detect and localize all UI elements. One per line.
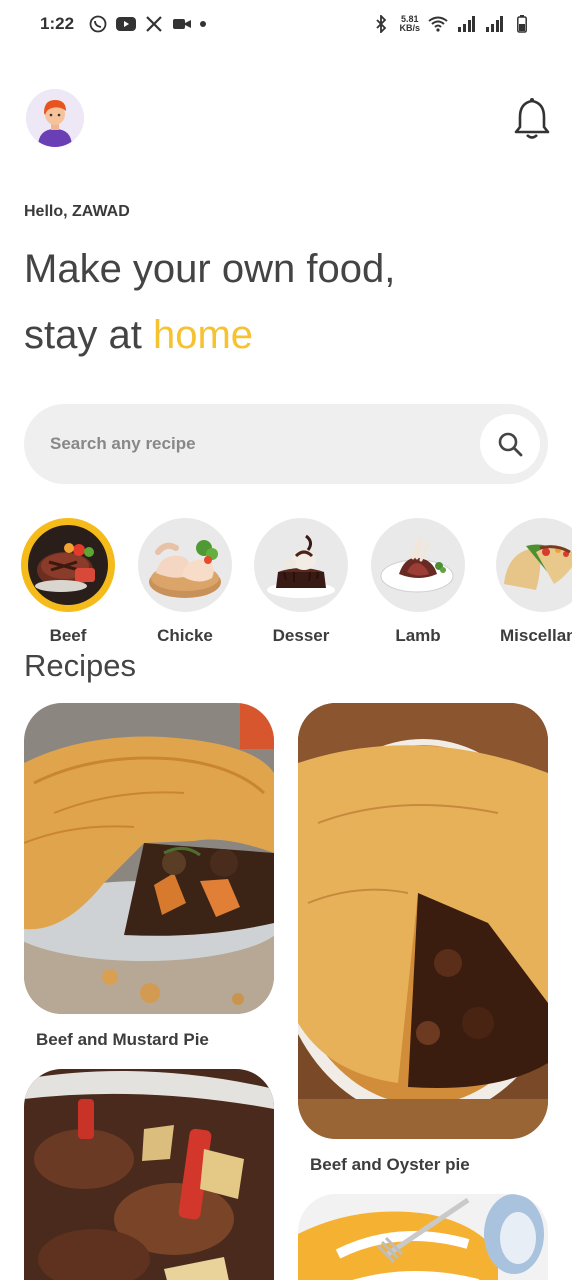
network-speed: 5.81 KB/s	[399, 15, 420, 33]
recipe-card[interactable]: Beef and Oyster pie	[298, 703, 548, 1175]
recipe-image	[298, 703, 548, 1139]
headline-line-2-prefix: stay at	[24, 313, 153, 357]
dessert-icon	[267, 534, 335, 598]
pie-image	[24, 703, 274, 1014]
headline-line-1: Make your own food,	[24, 247, 396, 291]
youtube-icon	[116, 14, 137, 34]
lamb-icon	[380, 536, 454, 593]
category-label: Chicke	[157, 626, 213, 645]
battery-icon	[512, 14, 532, 34]
category-label: Lamb	[395, 626, 441, 645]
status-right: 5.81 KB/s	[371, 14, 532, 34]
headline: Make your own food, stay at home	[24, 236, 395, 368]
video-icon	[172, 14, 192, 34]
status-bar: 1:22 5.81 KB/s	[0, 0, 572, 48]
greeting: Hello, ZAWAD	[24, 203, 130, 220]
search-button[interactable]	[480, 414, 540, 474]
avatar-icon	[26, 89, 84, 147]
x-icon	[144, 14, 164, 34]
category-label: Beef	[49, 626, 87, 645]
wifi-icon	[428, 14, 448, 34]
category-label: Miscellane	[500, 626, 572, 645]
signal-icon	[484, 14, 504, 34]
category-lamb[interactable]: Lamb	[358, 518, 478, 646]
headline-accent: home	[152, 313, 254, 357]
category-beef[interactable]: Beef	[8, 518, 128, 646]
category-dessert[interactable]: Desser	[241, 518, 361, 646]
recipes-title: Recipes	[24, 648, 136, 683]
headline-line-2: stay at home	[24, 302, 395, 368]
taco-icon	[504, 544, 572, 590]
notification-bell-button[interactable]	[512, 97, 552, 141]
search-input[interactable]	[50, 404, 470, 484]
recipe-image	[24, 703, 274, 1014]
signal-icon	[456, 14, 476, 34]
bluetooth-icon	[371, 14, 391, 34]
category-image	[21, 518, 115, 612]
category-label: Desser	[272, 626, 330, 645]
avatar[interactable]	[26, 89, 84, 147]
chicken-icon	[149, 540, 221, 598]
stew-image	[24, 1069, 274, 1280]
dessert-plate-image	[298, 1194, 548, 1280]
recipe-card[interactable]	[298, 1194, 548, 1280]
status-time: 1:22	[40, 14, 75, 33]
recipe-image	[298, 1194, 548, 1280]
search-bar	[24, 404, 548, 484]
category-image	[138, 518, 232, 612]
whatsapp-icon	[88, 14, 108, 34]
status-left-icons	[88, 14, 207, 34]
category-miscellaneous[interactable]: Miscellane	[483, 518, 572, 646]
search-icon	[498, 432, 523, 457]
category-list: Beef Chicke Desser Lamb Miscellan	[0, 518, 572, 646]
network-speed-unit: KB/s	[399, 23, 420, 33]
category-image	[496, 518, 572, 612]
recipe-title: Beef and Oyster pie	[310, 1155, 470, 1174]
steak-icon	[28, 525, 108, 605]
category-image	[371, 518, 465, 612]
bell-icon	[514, 98, 550, 139]
category-image	[254, 518, 348, 612]
recipe-card[interactable]: Beef and Mustard Pie	[24, 703, 274, 1050]
recipe-title: Beef and Mustard Pie	[36, 1030, 209, 1049]
dot-icon	[200, 21, 207, 27]
category-chicken[interactable]: Chicke	[125, 518, 245, 646]
recipe-image	[24, 1069, 274, 1280]
recipe-card[interactable]	[24, 1069, 274, 1280]
pie-image	[298, 703, 548, 1139]
